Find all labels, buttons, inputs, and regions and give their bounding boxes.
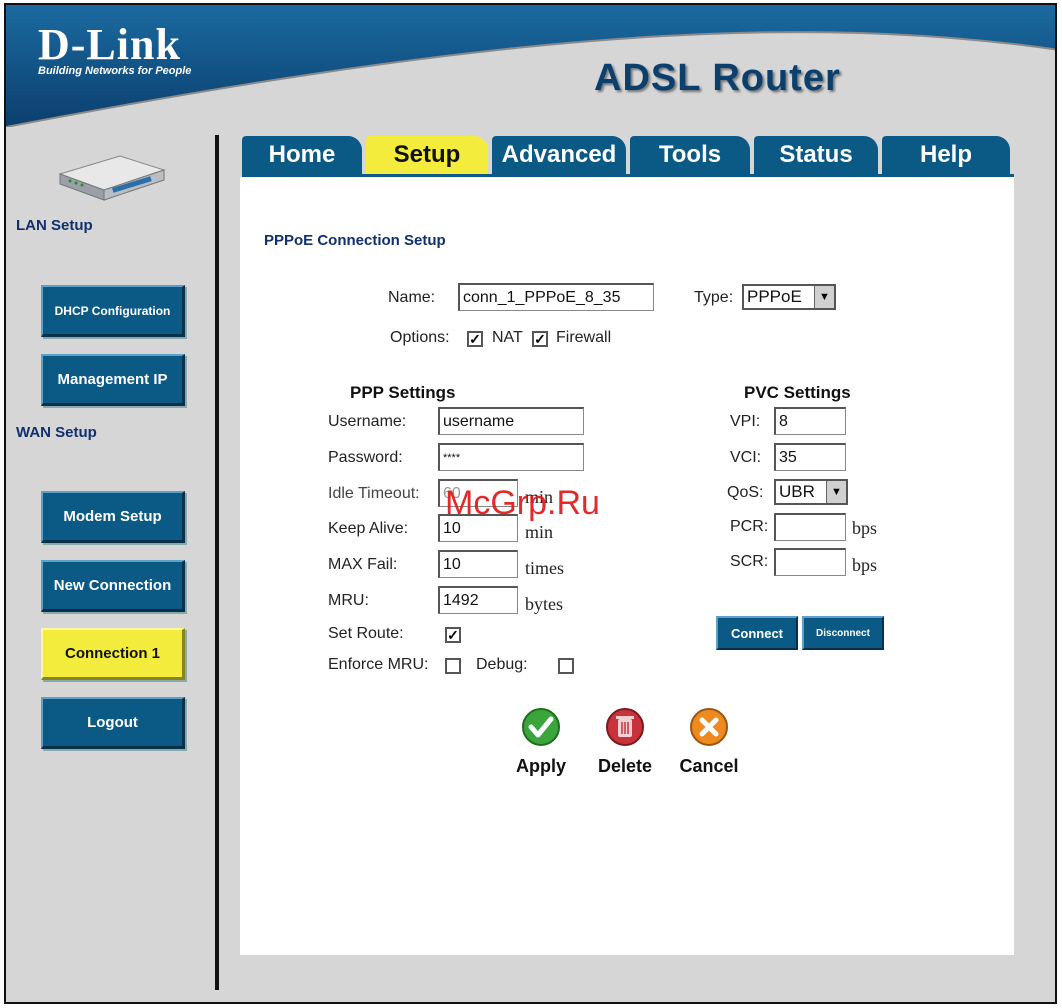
enforce-mru-label: Enforce MRU: <box>328 656 429 673</box>
cancel-label: Cancel <box>679 756 739 776</box>
wan-setup-label: WAN Setup <box>16 424 97 441</box>
vci-input[interactable] <box>774 443 846 471</box>
password-label: Password: <box>328 449 403 466</box>
connect-button[interactable]: Connect <box>716 616 798 650</box>
tab-setup[interactable]: Setup <box>366 136 488 174</box>
watermark: McGrp.Ru <box>445 484 600 522</box>
mru-input[interactable] <box>438 586 518 614</box>
vpi-label: VPI: <box>730 413 761 430</box>
vci-label: VCI: <box>730 449 762 466</box>
pcr-input[interactable] <box>774 513 846 541</box>
type-select-value: PPPoE <box>747 287 802 306</box>
content-panel: PPPoE Connection Setup Name: Type: PPPoE… <box>240 177 1014 955</box>
scr-label: SCR: <box>730 553 769 570</box>
lan-setup-label: LAN Setup <box>16 217 93 234</box>
apply-label: Apply <box>515 756 566 776</box>
username-input[interactable] <box>438 407 584 435</box>
firewall-label: Firewall <box>556 329 612 346</box>
router-device-icon <box>56 152 168 209</box>
set-route-checkbox[interactable]: ✓ <box>445 627 461 643</box>
nat-checkbox[interactable]: ✓ <box>467 331 483 347</box>
header: D-Link Building Networks for People ADSL… <box>6 5 1055 127</box>
product-title: ADSL Router <box>594 57 841 99</box>
logo-text: D-Link <box>38 20 181 69</box>
logo-tagline: Building Networks for People <box>38 65 192 77</box>
debug-checkbox[interactable] <box>558 658 574 674</box>
dlink-logo: D-Link Building Networks for People <box>38 20 192 78</box>
ppp-settings-heading: PPP Settings <box>350 383 456 402</box>
mru-label: MRU: <box>328 592 369 609</box>
trash-icon <box>606 708 644 746</box>
nav-new-connection[interactable]: New Connection <box>41 560 185 612</box>
qos-select[interactable]: UBR ▼ <box>774 479 848 505</box>
delete-label: Delete <box>597 756 653 776</box>
enforce-mru-checkbox[interactable] <box>445 658 461 674</box>
apply-button[interactable]: Apply <box>496 707 586 777</box>
tab-tools[interactable]: Tools <box>630 136 750 174</box>
mru-unit: bytes <box>525 594 563 614</box>
set-route-label: Set Route: <box>328 625 404 642</box>
nav-dhcp-configuration[interactable]: DHCP Configuration <box>41 285 185 337</box>
name-label: Name: <box>388 289 436 306</box>
password-input[interactable] <box>438 443 584 471</box>
nat-label: NAT <box>492 329 523 346</box>
keep-alive-label: Keep Alive: <box>328 520 409 537</box>
delete-button[interactable]: Delete <box>580 707 670 777</box>
nav-modem-setup[interactable]: Modem Setup <box>41 491 185 543</box>
tab-status[interactable]: Status <box>754 136 878 174</box>
checkmark-icon <box>522 708 560 746</box>
max-fail-unit: times <box>525 558 564 578</box>
close-icon <box>690 708 728 746</box>
nav-management-ip[interactable]: Management IP <box>41 354 185 406</box>
qos-label: QoS: <box>727 484 764 501</box>
firewall-checkbox[interactable]: ✓ <box>532 331 548 347</box>
type-select[interactable]: PPPoE ▼ <box>742 284 836 310</box>
chevron-down-icon[interactable]: ▼ <box>814 286 834 308</box>
qos-select-value: UBR <box>779 482 815 501</box>
options-label: Options: <box>390 329 450 346</box>
disconnect-button[interactable]: Disconnect <box>802 616 884 650</box>
vpi-input[interactable] <box>774 407 846 435</box>
tab-advanced[interactable]: Advanced <box>492 136 626 174</box>
tab-help[interactable]: Help <box>882 136 1010 174</box>
page-title: PPPoE Connection Setup <box>264 232 446 249</box>
pcr-unit: bps <box>852 518 878 538</box>
scr-unit: bps <box>852 555 878 575</box>
type-label: Type: <box>694 289 734 306</box>
max-fail-input[interactable] <box>438 550 518 578</box>
chevron-down-icon[interactable]: ▼ <box>826 481 846 503</box>
username-label: Username: <box>328 413 407 430</box>
tab-home[interactable]: Home <box>242 136 362 174</box>
idle-timeout-label: Idle Timeout: <box>328 485 420 502</box>
nav-connection-1[interactable]: Connection 1 <box>41 628 185 680</box>
cancel-button[interactable]: Cancel <box>664 707 754 777</box>
debug-label: Debug: <box>476 656 528 673</box>
pvc-settings-heading: PVC Settings <box>744 383 851 402</box>
keep-alive-unit: min <box>525 522 554 542</box>
max-fail-label: MAX Fail: <box>328 556 398 573</box>
pcr-label: PCR: <box>730 518 769 535</box>
connection-name-input[interactable] <box>458 283 654 311</box>
nav-logout[interactable]: Logout <box>41 697 185 749</box>
scr-input[interactable] <box>774 548 846 576</box>
sidebar-divider <box>215 135 219 990</box>
